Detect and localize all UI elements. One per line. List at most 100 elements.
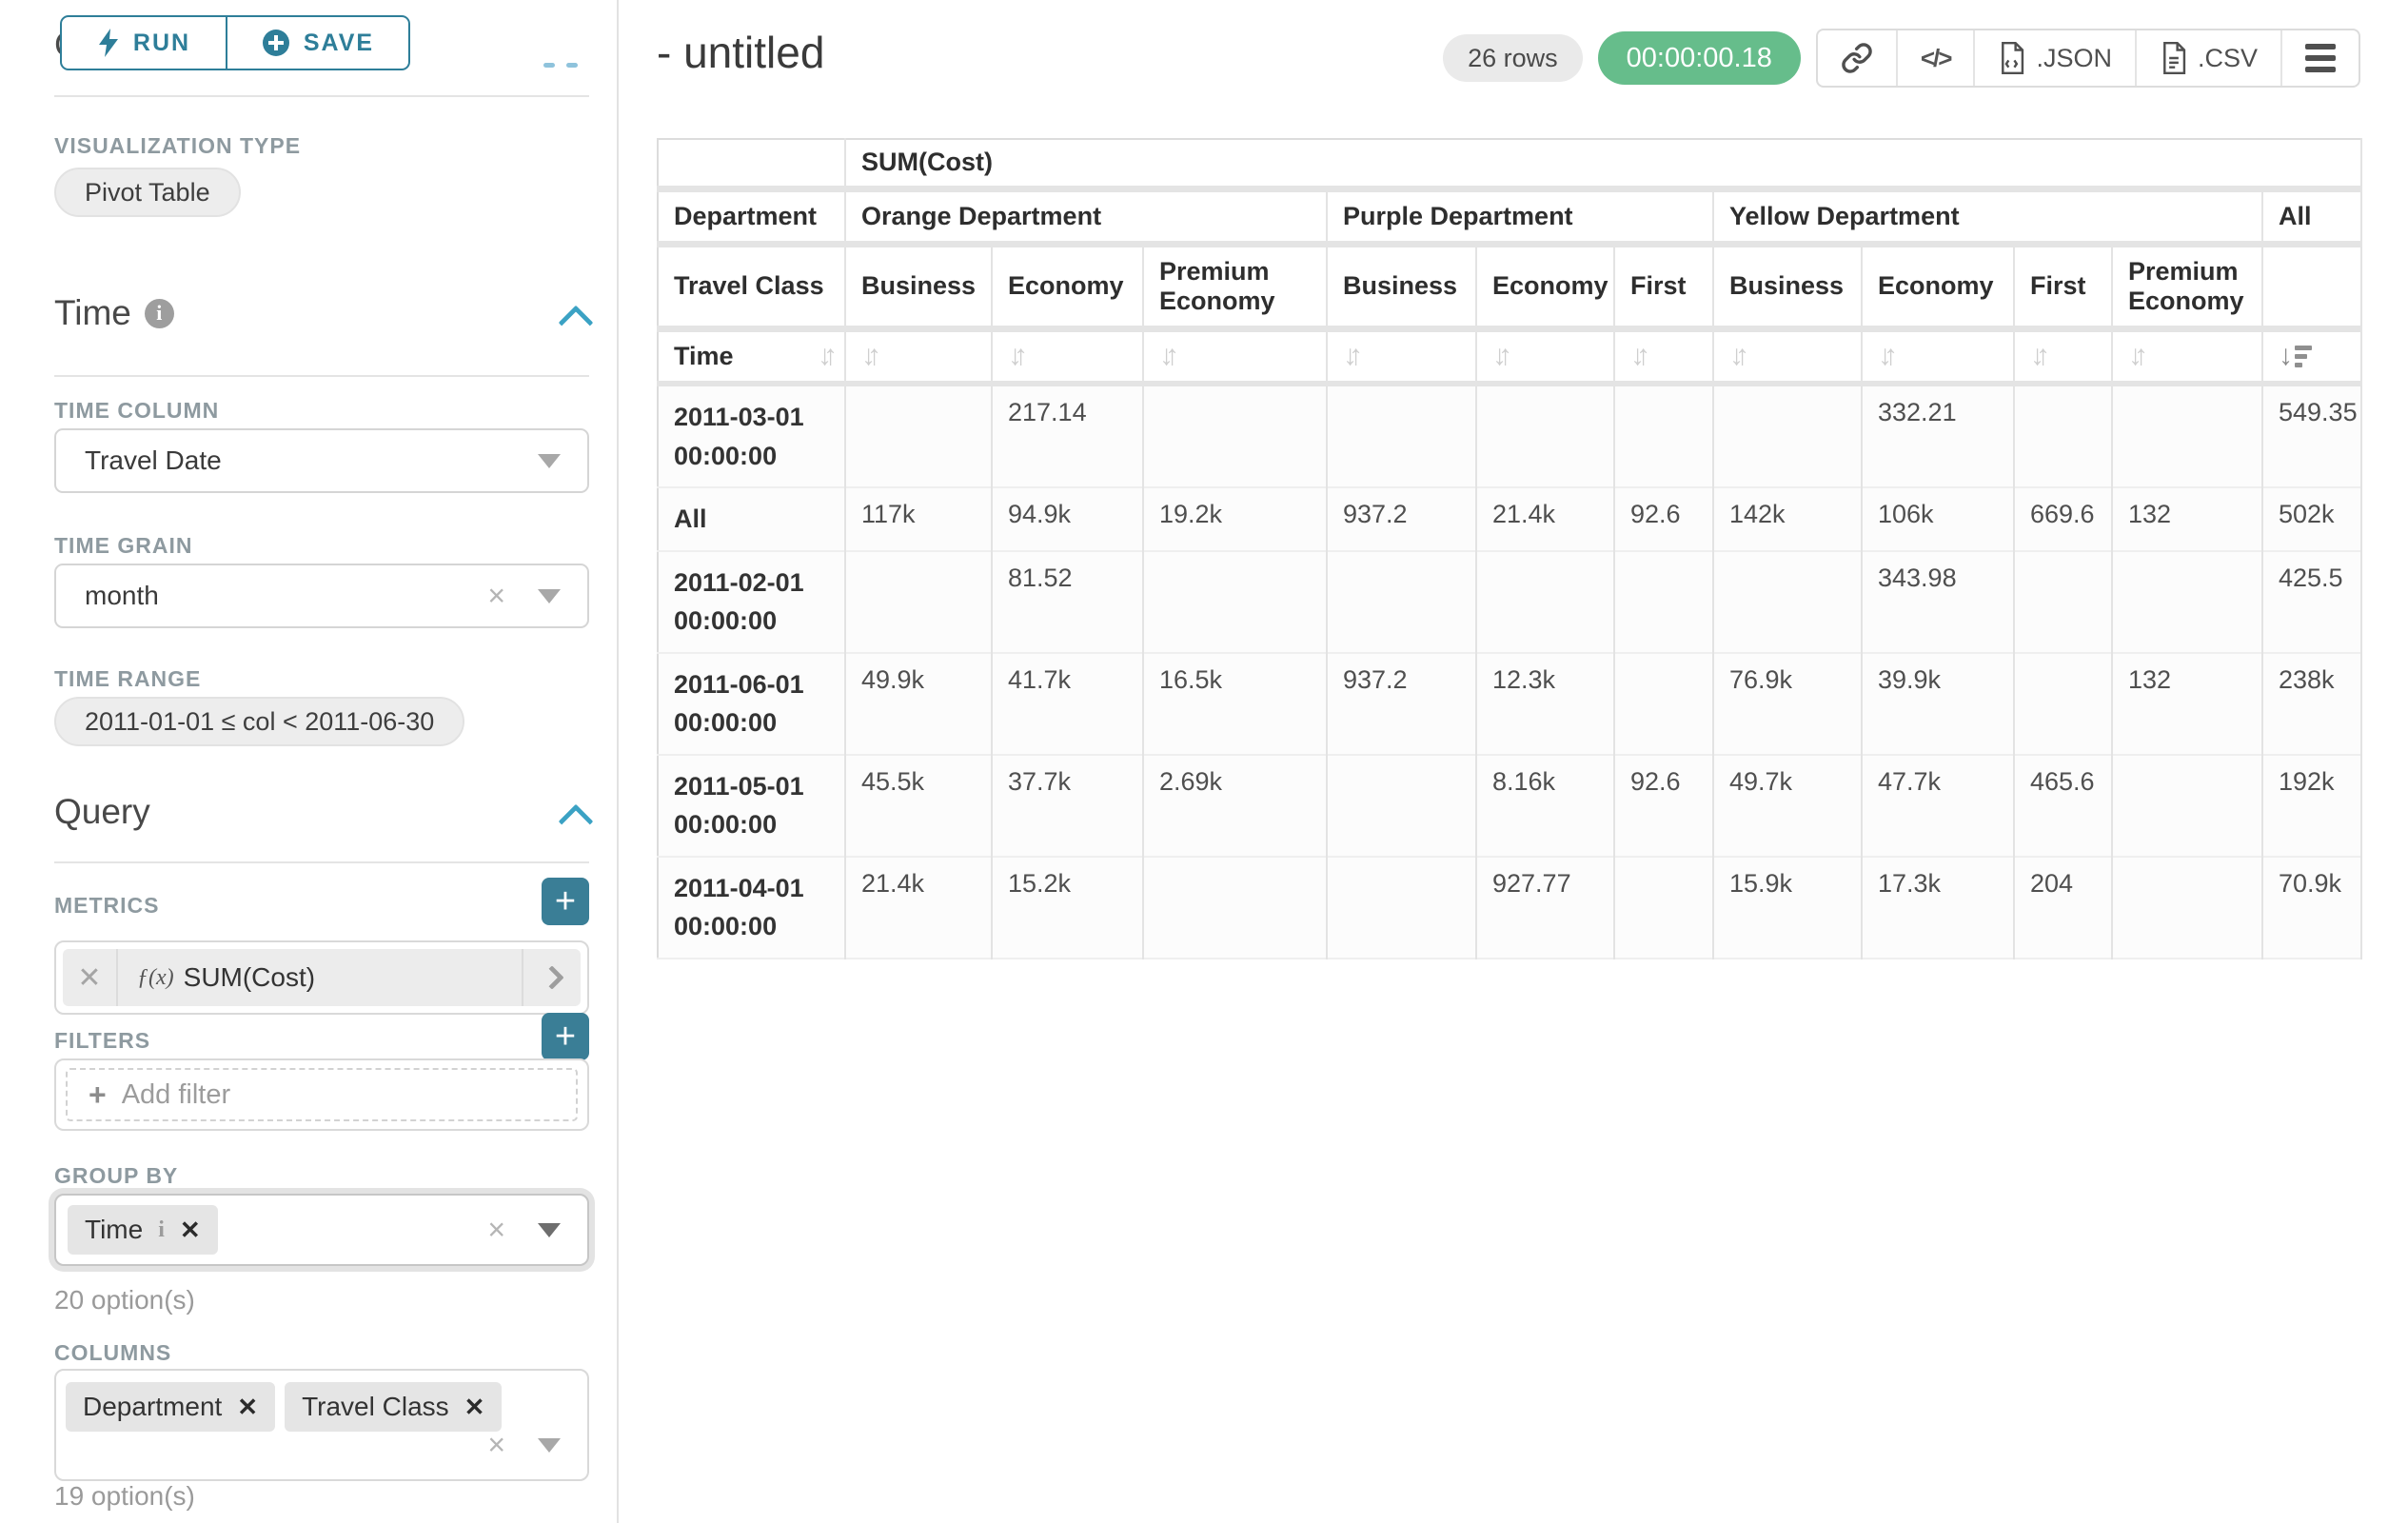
chip-label: Travel Class: [302, 1392, 449, 1422]
time-grain-select[interactable]: month ×: [54, 564, 589, 628]
cell: 937.2: [1327, 653, 1476, 755]
table-row: 2011-03-01 00:00:00 217.14 332.21 549.35: [658, 384, 2361, 487]
group-by-select[interactable]: Time i ✕ ×: [54, 1194, 589, 1266]
add-filter-button[interactable]: + Add filter: [66, 1068, 578, 1121]
export-button-group: </> .JSON .CSV: [1816, 29, 2360, 88]
cell: [2014, 384, 2112, 487]
sort-icon: ↓↑: [861, 340, 873, 371]
sort-cell[interactable]: ↓↑: [1862, 328, 2014, 384]
menu-button[interactable]: [2282, 30, 2359, 86]
metric-chip[interactable]: ✕ ƒ(x) SUM(Cost): [63, 949, 581, 1006]
sort-cell[interactable]: ↓↑: [1614, 328, 1713, 384]
col-header: First: [2014, 244, 2112, 328]
cell: [1713, 551, 1862, 653]
travel-class-header-row: Travel Class Business Economy Premium Ec…: [658, 244, 2361, 328]
add-metric-button[interactable]: +: [542, 878, 589, 925]
sort-icon: ↓↑: [1630, 340, 1642, 371]
save-label: SAVE: [304, 30, 374, 57]
table-row: All 117k 94.9k 19.2k 937.2 21.4k 92.6 14…: [658, 487, 2361, 551]
remove-chip-icon[interactable]: ✕: [464, 1393, 485, 1422]
divider: [54, 95, 589, 97]
columns-select[interactable]: Department ✕ Travel Class ✕ ×: [54, 1369, 589, 1481]
cell: [1614, 857, 1713, 959]
columns-chip[interactable]: Department ✕: [66, 1382, 275, 1432]
add-filter-plus-button[interactable]: +: [542, 1013, 589, 1060]
sort-cell[interactable]: ↓↑: [1327, 328, 1476, 384]
time-range-label: TIME RANGE: [54, 666, 201, 692]
clear-icon[interactable]: ×: [487, 1213, 505, 1248]
json-label: .JSON: [2036, 44, 2112, 73]
cell: 49.7k: [1713, 755, 1862, 857]
cell: 39.9k: [1862, 653, 2014, 755]
clear-icon[interactable]: ×: [487, 579, 505, 614]
metric-header-row: SUM(Cost): [658, 139, 2361, 188]
cell: [1476, 384, 1614, 487]
clear-icon[interactable]: ×: [487, 1428, 505, 1463]
cell: 19.2k: [1143, 487, 1327, 551]
function-icon: ƒ(x): [137, 965, 174, 991]
chart-title[interactable]: - untitled: [657, 27, 824, 78]
cell: [1143, 857, 1327, 959]
expand-metric-button[interactable]: [522, 949, 581, 1006]
sort-cell[interactable]: ↓↑: [1143, 328, 1327, 384]
metric-name: SUM(Cost): [184, 962, 315, 993]
cell: [1327, 857, 1476, 959]
embed-code-button[interactable]: </>: [1898, 30, 1976, 86]
control-panel: Chart Type RUN SAVE VISUALIZATION TYPE P…: [0, 0, 619, 1523]
table-row: 2011-04-01 00:00:00 21.4k 15.2k 927.77 1…: [658, 857, 2361, 959]
sort-cell[interactable]: ↓↑: [845, 328, 992, 384]
sort-cell-active[interactable]: ↓: [2262, 328, 2361, 384]
divider: [54, 861, 589, 863]
time-grain-value: month: [56, 581, 159, 611]
time-range-value[interactable]: 2011-01-01 ≤ col < 2011-06-30: [54, 697, 464, 746]
time-sort-row: Time↓↑ ↓↑ ↓↑ ↓↑ ↓↑ ↓↑ ↓↑ ↓↑ ↓↑ ↓↑ ↓↑ ↓: [658, 328, 2361, 384]
cell: [2112, 384, 2262, 487]
export-json-button[interactable]: .JSON: [1975, 30, 2137, 86]
cell: 217.14: [992, 384, 1143, 487]
time-column-select[interactable]: Travel Date: [54, 428, 589, 493]
sort-cell[interactable]: ↓↑: [2014, 328, 2112, 384]
cell: 238k: [2262, 653, 2361, 755]
group-header: All: [2262, 188, 2361, 244]
columns-options-hint: 19 option(s): [54, 1481, 195, 1512]
chevron-up-icon[interactable]: [559, 804, 594, 840]
chip-label: Department: [83, 1392, 222, 1422]
query-timer-badge: 00:00:00.18: [1598, 31, 1801, 85]
col-header: Economy: [1476, 244, 1614, 328]
save-button[interactable]: SAVE: [227, 15, 410, 70]
row-count-badge: 26 rows: [1443, 34, 1583, 82]
copy-link-button[interactable]: [1818, 30, 1898, 86]
chevron-up-icon[interactable]: [559, 306, 594, 341]
col-header: Business: [845, 244, 992, 328]
cell: 669.6: [2014, 487, 2112, 551]
group-by-chip[interactable]: Time i ✕: [68, 1205, 218, 1255]
columns-label: COLUMNS: [54, 1340, 171, 1366]
cell: 15.2k: [992, 857, 1143, 959]
sort-cell[interactable]: ↓↑: [2112, 328, 2262, 384]
col-header: Premium Economy: [1143, 244, 1327, 328]
run-button[interactable]: RUN: [60, 15, 227, 70]
remove-metric-icon[interactable]: ✕: [63, 949, 118, 1006]
table-row: 2011-05-01 00:00:00 45.5k 37.7k 2.69k 8.…: [658, 755, 2361, 857]
sort-cell[interactable]: ↓↑: [1713, 328, 1862, 384]
time-section-title: Time: [54, 293, 131, 333]
caret-down-icon: [538, 454, 561, 468]
sort-icon[interactable]: ↓↑: [818, 340, 829, 372]
col-header: Premium Economy: [2112, 244, 2262, 328]
cell: 16.5k: [1143, 653, 1327, 755]
cell: 49.9k: [845, 653, 992, 755]
cell: 70.9k: [2262, 857, 2361, 959]
columns-chip[interactable]: Travel Class ✕: [285, 1382, 502, 1432]
sort-cell[interactable]: ↓↑: [1476, 328, 1614, 384]
export-csv-button[interactable]: .CSV: [2137, 30, 2282, 86]
info-icon: i: [158, 1217, 165, 1243]
filters-label: FILTERS: [54, 1028, 150, 1054]
remove-chip-icon[interactable]: ✕: [180, 1216, 201, 1245]
cell: 81.52: [992, 551, 1143, 653]
remove-chip-icon[interactable]: ✕: [237, 1393, 258, 1422]
cell: 94.9k: [992, 487, 1143, 551]
visualization-type-value[interactable]: Pivot Table: [54, 168, 241, 217]
sort-cell[interactable]: ↓↑: [992, 328, 1143, 384]
info-icon[interactable]: i: [145, 299, 174, 328]
cell: 117k: [845, 487, 992, 551]
